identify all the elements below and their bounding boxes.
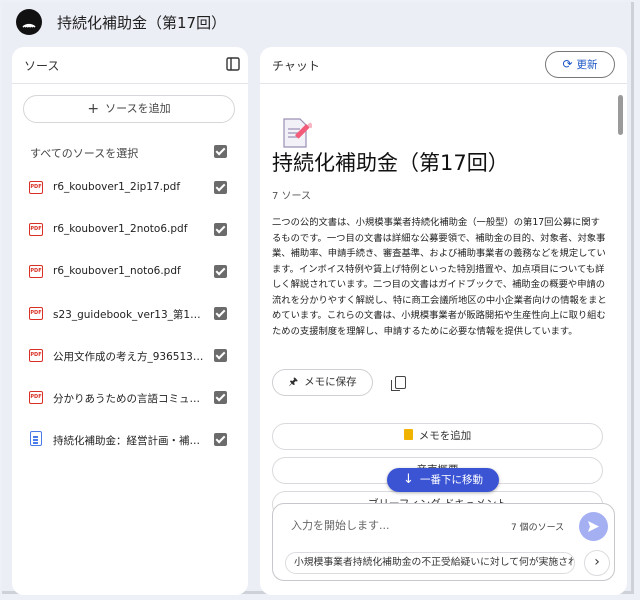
plus-icon: + bbox=[87, 101, 100, 117]
source-label: 持続化補助金：経営計画・補助… bbox=[53, 435, 205, 447]
source-item[interactable]: PDF r6_koubover1_2noto6.pdf bbox=[12, 221, 248, 241]
refresh-icon: ⟳ bbox=[562, 57, 573, 71]
pdf-icon: PDF bbox=[29, 349, 43, 362]
source-checkbox[interactable] bbox=[214, 181, 227, 194]
save-to-note-button[interactable]: 🖈 メモに保存 bbox=[272, 369, 373, 396]
app-window: 持続化補助金（第17回） ソース + ソースを追加 すべてのソースを選択 PDF … bbox=[2, 2, 634, 595]
source-label: s23_guidebook_ver13_第16回ま… bbox=[53, 309, 205, 321]
sources-header: ソース bbox=[12, 47, 248, 84]
source-item[interactable]: PDF 分かりあうための言語コミュニ… bbox=[12, 389, 248, 409]
source-checkbox[interactable] bbox=[214, 265, 227, 278]
add-note-label: メモを追加 bbox=[418, 430, 472, 442]
source-label: r6_koubover1_noto6.pdf bbox=[53, 265, 181, 277]
source-checkbox[interactable] bbox=[214, 433, 227, 446]
select-all-label: すべてのソースを選択 bbox=[30, 147, 139, 160]
chat-panel: チャット ⟳ 更新 持続化補助金（第17回） 7 ソース 二つの公的文書は、小規模… bbox=[260, 47, 627, 595]
scrollbar-thumb[interactable] bbox=[618, 95, 623, 135]
notebook-heading: 持続化補助金（第17回） bbox=[272, 151, 509, 175]
source-label: 公用文作成の考え方_93651301… bbox=[53, 351, 205, 363]
app-logo-icon[interactable] bbox=[16, 9, 42, 35]
send-icon bbox=[588, 521, 599, 532]
notebook-emoji-icon bbox=[283, 118, 312, 148]
pdf-icon: PDF bbox=[29, 265, 43, 278]
chat-header: チャット ⟳ 更新 bbox=[260, 47, 627, 84]
pdf-icon: PDF bbox=[29, 223, 43, 236]
send-button[interactable] bbox=[579, 512, 608, 541]
input-source-count: 7 個のソース bbox=[511, 523, 565, 533]
select-all-checkbox[interactable] bbox=[214, 145, 227, 158]
source-checkbox[interactable] bbox=[214, 391, 227, 404]
source-item[interactable]: PDF r6_koubover1_noto6.pdf bbox=[12, 263, 248, 283]
source-count: 7 ソース bbox=[272, 191, 312, 202]
suggested-question-chip[interactable]: 小規模事業者持続化補助金の不正受給疑いに対して何が実施されますか？ bbox=[285, 552, 575, 574]
source-label: r6_koubover1_2ip17.pdf bbox=[53, 181, 181, 193]
source-item[interactable]: PDF r6_koubover1_2ip17.pdf bbox=[12, 179, 248, 199]
scroll-bottom-label: 一番下に移動 bbox=[419, 474, 483, 486]
refresh-label: 更新 bbox=[576, 59, 598, 71]
pdf-icon: PDF bbox=[29, 181, 43, 194]
document-icon bbox=[30, 431, 42, 446]
source-item[interactable]: 持続化補助金：経営計画・補助… bbox=[12, 431, 248, 451]
sources-panel: ソース + ソースを追加 すべてのソースを選択 PDF r6_koubover1_… bbox=[12, 47, 248, 595]
notebook-title[interactable]: 持続化補助金（第17回） bbox=[57, 12, 226, 33]
note-icon bbox=[403, 429, 413, 440]
chevron-right-icon[interactable]: › bbox=[584, 550, 610, 576]
notebook-summary: 二つの公的文書は、小規模事業者持続化補助金（一般型）の第17回公募に関するもので… bbox=[272, 217, 607, 337]
source-item[interactable]: PDF s23_guidebook_ver13_第16回ま… bbox=[12, 305, 248, 325]
add-note-button[interactable]: メモを追加 bbox=[272, 423, 603, 450]
scroll-to-bottom-button[interactable]: ↓ 一番下に移動 bbox=[387, 468, 499, 492]
source-checkbox[interactable] bbox=[214, 223, 227, 236]
add-source-button[interactable]: + ソースを追加 bbox=[23, 95, 235, 123]
sources-title: ソース bbox=[24, 59, 60, 73]
add-source-label: ソースを追加 bbox=[105, 102, 171, 115]
save-note-label: メモに保存 bbox=[304, 376, 357, 388]
source-item[interactable]: PDF 公用文作成の考え方_93651301… bbox=[12, 347, 248, 367]
chat-title: チャット bbox=[272, 59, 320, 73]
pdf-icon: PDF bbox=[29, 391, 43, 404]
pin-icon: 🖈 bbox=[288, 376, 299, 388]
pdf-icon: PDF bbox=[29, 307, 43, 320]
source-checkbox[interactable] bbox=[214, 349, 227, 362]
source-label: r6_koubover1_2noto6.pdf bbox=[53, 223, 188, 235]
arrow-down-icon: ↓ bbox=[403, 472, 414, 487]
chat-input-box[interactable]: 入力を開始します... 7 個のソース 小規模事業者持続化補助金の不正受給疑いに… bbox=[272, 503, 615, 581]
copy-icon[interactable] bbox=[391, 376, 406, 391]
source-label: 分かりあうための言語コミュニ… bbox=[53, 393, 205, 405]
source-checkbox[interactable] bbox=[214, 307, 227, 320]
chat-input[interactable]: 入力を開始します... bbox=[291, 517, 390, 533]
panel-collapse-icon[interactable] bbox=[226, 57, 240, 71]
refresh-button[interactable]: ⟳ 更新 bbox=[545, 51, 615, 78]
